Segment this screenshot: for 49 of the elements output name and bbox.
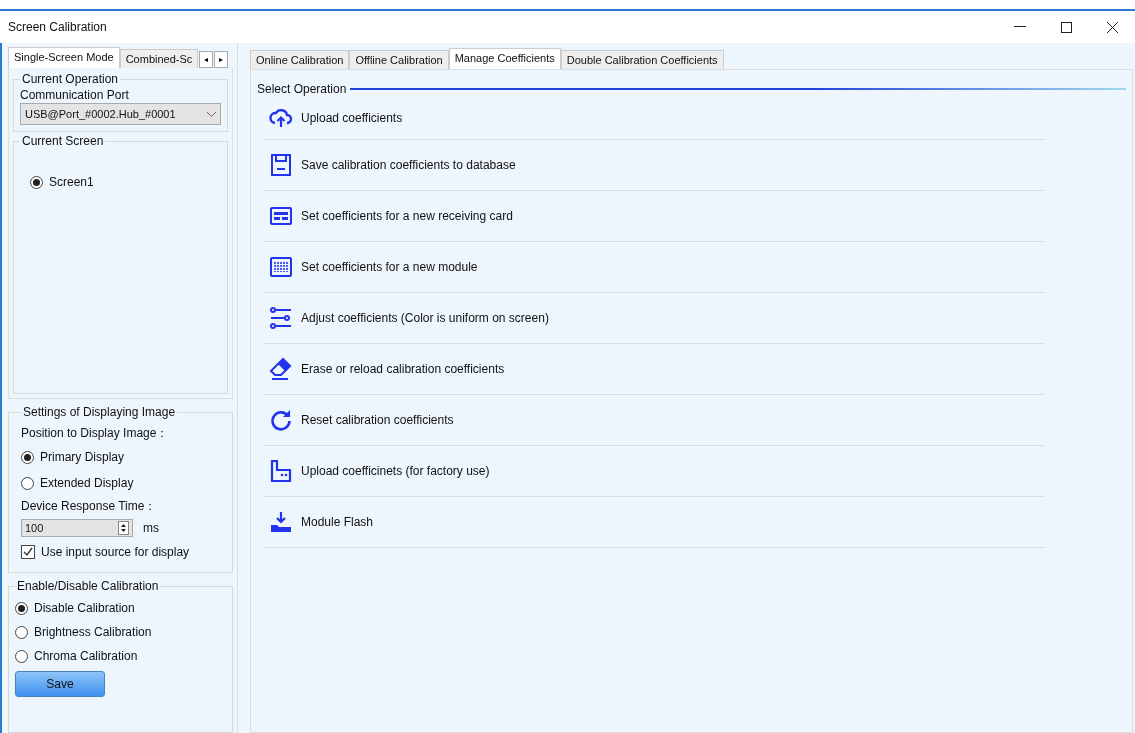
- radio-option[interactable]: Extended Display: [21, 472, 134, 494]
- chevron-down-icon: [207, 111, 216, 117]
- group-title: Enable/Disable Calibration: [16, 579, 160, 593]
- tab-scroll-button[interactable]: ◂: [199, 51, 214, 68]
- close-icon: [1106, 21, 1118, 33]
- field-label: Device Response Time：: [21, 498, 158, 515]
- radio-option[interactable]: Brightness Calibration: [15, 621, 152, 643]
- radio-option[interactable]: Disable Calibration: [15, 597, 135, 619]
- card-grid-icon: [269, 204, 293, 228]
- tab-scroll-button[interactable]: ▸: [214, 51, 229, 68]
- dot-grid-icon: [269, 255, 293, 279]
- group-title: Current Operation: [21, 72, 120, 86]
- save-button[interactable]: Save: [15, 671, 105, 697]
- sliders-icon: [269, 306, 293, 330]
- group-title: Current Screen: [21, 134, 105, 148]
- factory-icon: [269, 459, 293, 483]
- operation-item[interactable]: Set coefficients for a new module: [263, 242, 1045, 293]
- eraser-icon: [269, 357, 293, 381]
- operation-item[interactable]: Save calibration coefficients to database: [263, 140, 1045, 191]
- mode-tab[interactable]: Combined-Sc: [119, 49, 199, 68]
- operation-item[interactable]: Reset calibration coefficients: [263, 395, 1045, 446]
- operation-item[interactable]: Upload coefficients: [263, 96, 1045, 140]
- calibration-tab[interactable]: Online Calibration: [250, 50, 350, 69]
- calibration-tab[interactable]: Double Calibration Coefficients: [560, 50, 724, 69]
- radio-option[interactable]: Primary Display: [21, 446, 124, 468]
- spin-arrows-icon: [118, 521, 129, 535]
- field-label: Position to Display Image：: [21, 425, 170, 442]
- field-label: Communication Port: [20, 88, 130, 102]
- checkbox-option[interactable]: Use input source for display: [21, 541, 190, 563]
- radio-option[interactable]: Chroma Calibration: [15, 645, 138, 667]
- unit-label: ms: [143, 521, 159, 535]
- minimize-icon: [1014, 26, 1026, 28]
- operation-item[interactable]: Erase or reload calibration coefficients: [263, 344, 1045, 395]
- calibration-tab[interactable]: Manage Coefficients: [448, 48, 561, 69]
- calibration-tab[interactable]: Offline Calibration: [349, 50, 449, 69]
- radio-option[interactable]: Screen1: [30, 171, 94, 193]
- operation-item[interactable]: Adjust coefficients (Color is uniform on screen): [263, 293, 1045, 344]
- download-tray-icon: [269, 510, 293, 534]
- mode-tab[interactable]: Single-Screen Mode: [8, 47, 120, 68]
- maximize-icon: [1060, 21, 1072, 33]
- operation-item[interactable]: Upload coefficinets (for factory use): [263, 446, 1045, 497]
- operation-item[interactable]: Set coefficients for a new receiving card: [263, 191, 1045, 242]
- section-title: Select Operation: [257, 82, 347, 96]
- operation-item[interactable]: Module Flash: [263, 497, 1045, 548]
- response-time-spinbox[interactable]: 100: [21, 519, 133, 537]
- window-title: Screen Calibration: [8, 20, 108, 34]
- group-title: Settings of Displaying Image: [22, 405, 177, 419]
- refresh-icon: [269, 408, 293, 432]
- port-dropdown[interactable]: USB@Port_#0002.Hub_#0001: [20, 103, 221, 125]
